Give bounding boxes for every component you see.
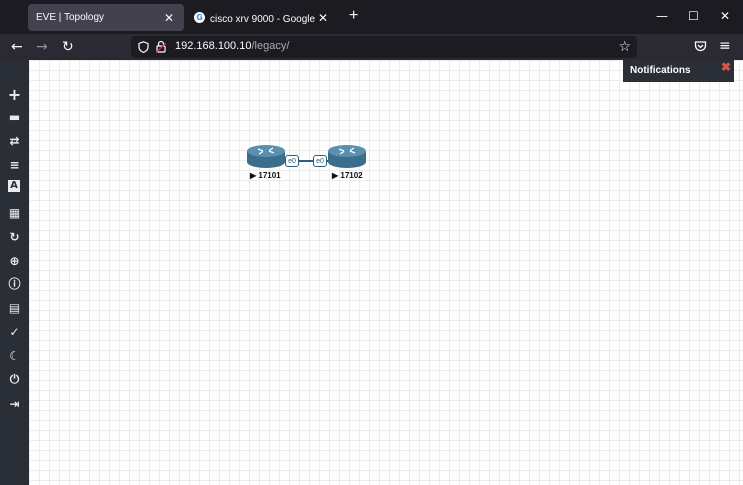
plus-icon[interactable]: + [6,86,23,103]
shield-icon[interactable] [138,41,149,53]
url-host: 192.168.100.10 [175,40,252,52]
check-circle-icon[interactable]: ✓ [6,324,23,341]
url-path: /legacy/ [251,40,290,52]
tab-bar: EVE | Topology ✕ G cisco xrv 9000 - Goog… [0,0,743,34]
close-tab-icon[interactable]: ✕ [316,11,330,25]
tab-title: EVE | Topology [36,12,105,23]
power-icon[interactable]: ⏻ [6,371,23,388]
reload-icon[interactable]: ↻ [62,38,74,56]
info-icon[interactable]: ⓘ [6,276,23,293]
tab-title: cisco xrv 9000 - Google 검색 [210,14,316,25]
node-name: 17101 [258,171,281,180]
text-icon[interactable]: A [8,180,20,192]
close-notifications-icon[interactable]: ✖ [721,59,731,75]
exchange-icon[interactable]: ⇄ [6,133,23,150]
google-icon: G [194,12,205,23]
navigation-bar: ← → ↻ 192.168.100.10/legacy/ ☆ ≡ [0,34,743,60]
node-label[interactable]: ▶ 17101 [250,171,281,180]
list-icon[interactable]: ≡ [6,157,23,174]
interface-label[interactable]: e0 [285,155,299,167]
topology-canvas[interactable]: Notifications ✖ e0 ▶ 17101 e0 ▶ 17102 [29,60,743,485]
notifications-panel[interactable]: Notifications ✖ [623,60,734,82]
router-icon[interactable] [246,144,286,170]
node-label[interactable]: ▶ 17102 [332,171,363,180]
hdd-icon[interactable]: ▬ [6,109,23,126]
insecure-lock-icon[interactable] [156,40,166,53]
url-bar[interactable]: 192.168.100.10/legacy/ ☆ [131,36,637,58]
minimize-icon[interactable]: — [656,9,668,23]
tab-google-search[interactable]: G cisco xrv 9000 - Google 검색 ✕ [188,4,338,31]
node-name: 17102 [340,171,363,180]
pocket-icon[interactable] [694,40,707,53]
new-tab-icon[interactable]: + [349,8,358,24]
router-icon[interactable] [327,144,367,170]
sign-out-icon[interactable]: ⇥ [6,396,23,413]
maximize-icon[interactable]: ☐ [688,9,699,23]
notifications-title: Notifications [630,65,691,76]
moon-icon[interactable]: ☾ [6,348,23,365]
zoom-icon[interactable]: ⊕ [6,253,23,270]
forward-icon[interactable]: → [36,38,48,56]
interface-label[interactable]: e0 [313,155,327,167]
grid-icon[interactable]: ▦ [6,205,23,222]
book-icon[interactable]: ▤ [6,300,23,317]
url-text[interactable]: 192.168.100.10/legacy/ [175,40,289,52]
back-icon[interactable]: ← [11,38,23,56]
eve-sidebar: + ▬ ⇄ ≡ A ▦ ↻ ⊕ ⓘ ▤ ✓ ☾ ⏻ ⇥ [0,60,29,485]
menu-icon[interactable]: ≡ [719,37,731,55]
close-tab-icon[interactable]: ✕ [162,11,176,25]
tab-eve-topology[interactable]: EVE | Topology ✕ [28,4,184,31]
window-close-icon[interactable]: ✕ [720,9,730,23]
bookmark-star-icon[interactable]: ☆ [618,38,631,56]
refresh-icon[interactable]: ↻ [6,229,23,246]
